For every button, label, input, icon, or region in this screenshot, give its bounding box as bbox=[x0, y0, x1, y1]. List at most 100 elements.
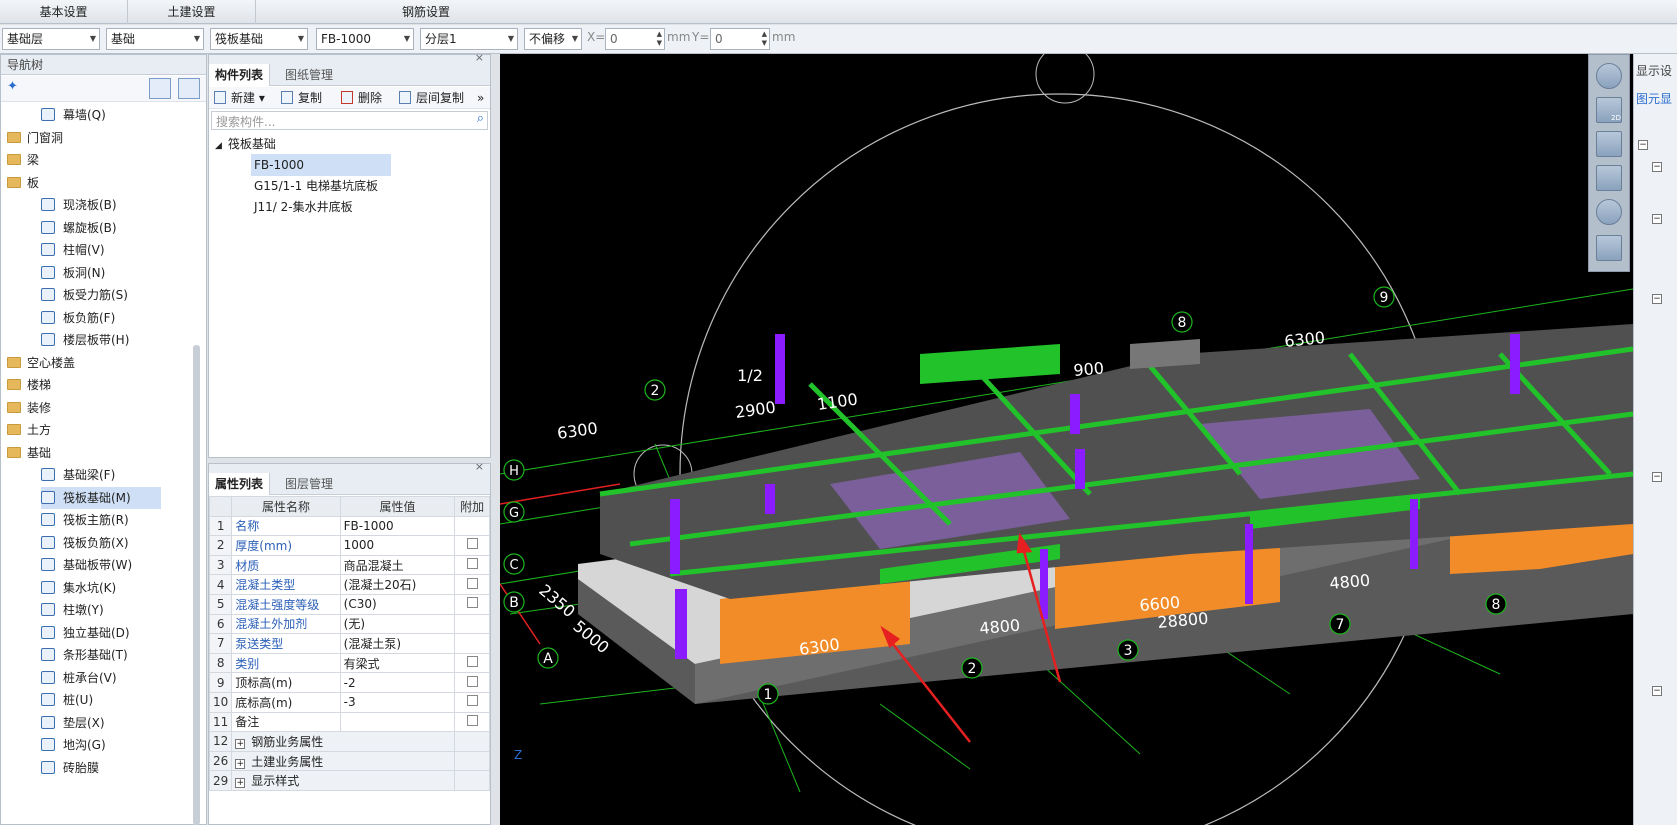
collapse-icon[interactable]: − bbox=[1652, 294, 1662, 304]
property-value[interactable]: (无) bbox=[339, 613, 456, 635]
property-group-row[interactable]: 29 + 显示样式 bbox=[208, 770, 490, 791]
nav-item[interactable]: 桩(U) bbox=[41, 689, 93, 711]
category-select[interactable]: 基础 ▼ bbox=[106, 28, 204, 50]
property-value[interactable]: 商品混凝土 bbox=[339, 554, 456, 576]
property-row[interactable]: 5 混凝土强度等级 (C30) bbox=[208, 593, 490, 615]
nav-item[interactable]: 筏板基础(M) bbox=[41, 486, 161, 509]
collapse-icon[interactable]: − bbox=[1652, 214, 1662, 224]
nav-item[interactable]: 楼梯 bbox=[7, 374, 51, 396]
list-view-icon[interactable] bbox=[149, 78, 171, 99]
orbit-view-icon[interactable] bbox=[1596, 63, 1622, 89]
tab-layer-management[interactable]: 图层管理 bbox=[279, 473, 339, 495]
layout-icon[interactable] bbox=[1596, 235, 1622, 261]
property-value[interactable]: (混凝土20石) bbox=[339, 574, 456, 595]
component-type-select[interactable]: 筏板基础 ▼ bbox=[210, 28, 308, 50]
property-value[interactable]: 1000 bbox=[339, 535, 456, 556]
nav-item[interactable]: 基础 bbox=[7, 442, 51, 464]
3d-viewport[interactable]: 2 1/2 8 9 A B 1 2 3 7 8 H G C 6300 2900 1100 6300 4800 660… bbox=[500, 54, 1633, 825]
extra-checkbox[interactable] bbox=[466, 714, 478, 726]
menu-civil-settings[interactable]: 土建设置 bbox=[128, 0, 256, 24]
copy-button[interactable]: 复制 bbox=[281, 87, 322, 109]
offset-select[interactable]: 不偏移 ▼ bbox=[524, 28, 582, 50]
tab-drawing-management[interactable]: 图纸管理 bbox=[279, 64, 339, 86]
cube-view-icon[interactable] bbox=[1596, 165, 1622, 191]
nav-item[interactable]: 独立基础(D) bbox=[41, 622, 130, 644]
close-icon[interactable]: × bbox=[475, 460, 484, 473]
nav-item[interactable]: 基础梁(F) bbox=[41, 464, 115, 486]
nav-item[interactable]: 基础板带(W) bbox=[41, 554, 132, 576]
property-row[interactable]: 3 材质 商品混凝土 bbox=[208, 554, 490, 576]
collapse-icon[interactable]: − bbox=[1652, 162, 1662, 172]
nav-item[interactable]: 条形基础(T) bbox=[41, 644, 128, 666]
component-item-sump-pit[interactable]: J11/ 2-集水井底板 bbox=[254, 196, 353, 218]
nav-item[interactable]: 幕墙(Q) bbox=[41, 104, 106, 126]
nav-item[interactable]: 砖胎膜 bbox=[41, 757, 99, 779]
extra-checkbox[interactable] bbox=[466, 577, 478, 589]
card-view-icon[interactable] bbox=[178, 78, 200, 99]
nav-item[interactable]: 板负筋(F) bbox=[41, 307, 115, 329]
property-value[interactable]: (C30) bbox=[339, 593, 456, 615]
floor-select[interactable]: 基础层 ▼ bbox=[2, 28, 100, 50]
nav-item[interactable]: 楼层板带(H) bbox=[41, 329, 129, 351]
property-row[interactable]: 2 厚度(mm) 1000 bbox=[208, 535, 490, 556]
nav-item[interactable]: 筏板主筋(R) bbox=[41, 509, 129, 531]
floor-copy-button[interactable]: 层间复制 bbox=[399, 87, 464, 109]
property-value[interactable]: 有梁式 bbox=[339, 652, 456, 674]
property-row[interactable]: 9 顶标高(m) -2 bbox=[208, 672, 490, 693]
group-raft-foundation[interactable]: ◢ 筏板基础 bbox=[215, 133, 276, 155]
nav-item[interactable]: 板洞(N) bbox=[41, 262, 105, 284]
2d-view-icon[interactable]: 2D bbox=[1596, 97, 1622, 123]
property-row[interactable]: 6 混凝土外加剂 (无) bbox=[208, 613, 490, 635]
nav-scrollbar[interactable] bbox=[193, 345, 200, 825]
collapse-icon[interactable]: − bbox=[1652, 686, 1662, 696]
property-value[interactable]: -3 bbox=[339, 691, 456, 713]
nav-item[interactable]: 柱墩(Y) bbox=[41, 599, 104, 621]
y-input[interactable]: 0 ▲ ▼ bbox=[710, 28, 770, 50]
nav-item[interactable]: 桩承台(V) bbox=[41, 667, 117, 689]
extra-checkbox[interactable] bbox=[466, 675, 478, 687]
extra-checkbox[interactable] bbox=[466, 695, 478, 707]
property-value[interactable]: FB-1000 bbox=[339, 515, 456, 537]
collapse-icon[interactable]: − bbox=[1638, 140, 1648, 150]
menu-basic-settings[interactable]: 基本设置 bbox=[0, 0, 128, 24]
property-row[interactable]: 1 名称 FB-1000 bbox=[208, 515, 490, 537]
nav-item[interactable]: 集水坑(K) bbox=[41, 577, 116, 599]
property-row[interactable]: 11 备注 bbox=[208, 711, 490, 733]
nav-item[interactable]: 地沟(G) bbox=[41, 734, 106, 756]
expand-icon[interactable]: + bbox=[235, 758, 246, 769]
tab-property-list[interactable]: 属性列表 bbox=[209, 473, 271, 495]
tab-component-list[interactable]: 构件列表 bbox=[209, 64, 271, 86]
extra-checkbox[interactable] bbox=[466, 538, 478, 550]
component-item-fb1000[interactable]: FB-1000 bbox=[251, 154, 391, 176]
3d-box-view-icon[interactable] bbox=[1596, 131, 1622, 157]
nav-item[interactable]: 梁 bbox=[7, 149, 39, 171]
display-elements-tab[interactable]: 图元显 bbox=[1636, 90, 1672, 107]
nav-item[interactable]: 空心楼盖 bbox=[7, 352, 75, 374]
nav-item[interactable]: 柱帽(V) bbox=[41, 239, 105, 261]
new-button[interactable]: 新建 ▾ bbox=[214, 87, 265, 109]
property-group-row[interactable]: 12 + 钢筋业务属性 bbox=[208, 731, 490, 752]
collapse-icon[interactable]: − bbox=[1652, 472, 1662, 482]
nav-item[interactable]: 垫层(X) bbox=[41, 712, 105, 734]
expand-icon[interactable]: + bbox=[235, 778, 246, 789]
orbit-handle-top[interactable] bbox=[1035, 54, 1095, 104]
menu-rebar-settings[interactable]: 钢筋设置 bbox=[256, 0, 596, 24]
extra-checkbox[interactable] bbox=[466, 558, 478, 570]
nav-item[interactable]: 土方 bbox=[7, 419, 51, 441]
expand-icon[interactable]: + bbox=[235, 738, 246, 749]
nav-item[interactable]: 装修 bbox=[7, 397, 51, 419]
layer-select[interactable]: 分层1 ▼ bbox=[420, 28, 518, 50]
property-group-row[interactable]: 26 + 土建业务属性 bbox=[208, 750, 490, 772]
search-input[interactable]: 搜索构件... bbox=[216, 113, 275, 130]
property-row[interactable]: 4 混凝土类型 (混凝土20石) bbox=[208, 574, 490, 595]
x-input[interactable]: 0 ▲ ▼ bbox=[605, 28, 665, 50]
sparkle-icon[interactable]: ✦ bbox=[7, 79, 18, 94]
component-item-elevator-pit[interactable]: G15/1-1 电梯基坑底板 bbox=[254, 175, 378, 197]
property-group[interactable]: + 钢筋业务属性 bbox=[231, 731, 456, 752]
close-icon[interactable]: × bbox=[475, 51, 484, 64]
property-value[interactable] bbox=[339, 711, 456, 733]
property-row[interactable]: 10 底标高(m) -3 bbox=[208, 691, 490, 713]
nav-item[interactable]: 板 bbox=[7, 172, 39, 194]
nav-item[interactable]: 门窗洞 bbox=[7, 127, 63, 149]
collapse-icon[interactable]: ◢ bbox=[215, 141, 222, 151]
